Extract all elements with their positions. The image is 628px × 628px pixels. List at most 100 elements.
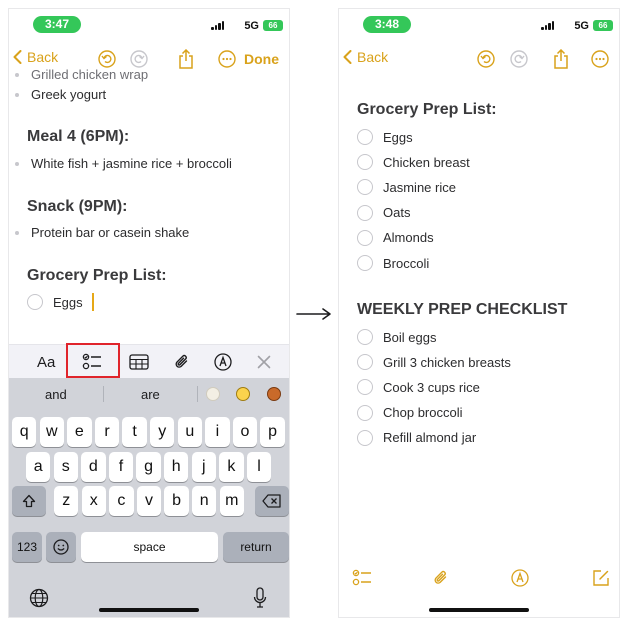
key-w[interactable]: w (39, 417, 64, 447)
key-z[interactable]: z (54, 486, 79, 516)
paperclip-icon[interactable] (174, 352, 190, 372)
globe-icon[interactable] (29, 588, 49, 613)
section-heading: Meal 4 (6PM): (27, 128, 130, 145)
checkbox[interactable] (357, 129, 373, 145)
redo-icon[interactable] (509, 49, 529, 69)
checklist-item[interactable]: Almonds (357, 229, 434, 246)
close-icon[interactable] (257, 352, 271, 372)
key-a[interactable]: a (26, 452, 51, 482)
suggestion-item[interactable]: and (45, 387, 67, 402)
suggestion-item[interactable]: are (141, 387, 160, 402)
signal-icon (211, 21, 225, 30)
space-key[interactable]: space (81, 532, 218, 562)
done-button[interactable]: Done (244, 51, 279, 67)
checklist-item[interactable]: Refill almond jar (357, 429, 476, 446)
key-d[interactable]: d (81, 452, 106, 482)
checkbox[interactable] (357, 154, 373, 171)
checkbox[interactable] (357, 179, 373, 196)
key-h[interactable]: h (164, 452, 189, 482)
text-format-button[interactable]: Aa (37, 352, 55, 372)
key-s[interactable]: s (53, 452, 78, 482)
back-label: Back (27, 49, 59, 65)
key-p[interactable]: p (260, 417, 285, 447)
checklist-item[interactable]: Boil eggs (357, 329, 436, 345)
key-r[interactable]: r (94, 417, 120, 447)
more-icon[interactable] (217, 49, 237, 69)
more-icon[interactable] (590, 49, 610, 69)
text-cursor (91, 293, 94, 311)
checklist-item[interactable]: Chop broccoli (357, 404, 463, 421)
checkbox[interactable] (357, 429, 373, 446)
checklist-label: Chicken breast (383, 154, 470, 170)
paperclip-icon[interactable] (433, 569, 449, 592)
checkbox[interactable] (357, 404, 373, 421)
shift-icon (22, 494, 36, 508)
undo-icon[interactable] (476, 49, 496, 69)
checklist-label: Boil eggs (383, 329, 437, 345)
checklist-item[interactable]: Broccoli (357, 255, 429, 271)
key-y[interactable]: y (150, 417, 175, 447)
emoji-key[interactable] (46, 532, 76, 562)
checkbox[interactable] (357, 229, 373, 246)
checkbox[interactable] (357, 354, 373, 371)
status-bar: 3:47 5G 66 (9, 9, 289, 39)
key-x[interactable]: x (81, 486, 106, 516)
checkbox[interactable] (357, 255, 373, 271)
key-n[interactable]: n (192, 486, 217, 516)
key-i[interactable]: i (205, 417, 230, 447)
back-button[interactable]: Back (343, 49, 388, 65)
checklist-item[interactable]: Eggs (357, 129, 413, 145)
egg-pan-emoji-icon[interactable] (267, 387, 281, 401)
checklist-label: Eggs (383, 129, 413, 145)
magnifier-emoji-icon[interactable] (236, 387, 250, 401)
back-button[interactable]: Back (13, 49, 58, 65)
key-b[interactable]: b (164, 486, 189, 516)
compose-icon[interactable] (592, 569, 610, 592)
markup-icon[interactable] (214, 352, 232, 372)
key-c[interactable]: c (109, 486, 134, 516)
checklist-icon[interactable] (352, 569, 372, 592)
shift-key[interactable] (12, 486, 46, 516)
checklist-item[interactable]: Oats (357, 204, 411, 221)
key-t[interactable]: t (122, 417, 147, 447)
checkbox[interactable] (27, 294, 43, 310)
section-heading: Snack (9PM): (27, 198, 128, 215)
numbers-key[interactable]: 123 (12, 532, 42, 562)
checklist-item[interactable]: Grill 3 chicken breasts (357, 354, 511, 371)
checklist-label: Chop broccoli (383, 405, 463, 421)
checklist-item[interactable]: Chicken breast (357, 154, 470, 171)
key-e[interactable]: e (67, 417, 92, 447)
checklist-label: Oats (383, 205, 411, 221)
list-item: Grilled chicken wrap (14, 67, 149, 82)
delete-key[interactable] (255, 486, 289, 516)
checkbox[interactable] (357, 329, 373, 345)
undo-icon[interactable] (97, 49, 117, 69)
status-bar: 3:48 5G 66 (339, 9, 619, 39)
section-heading: Grocery Prep List: (27, 267, 167, 284)
checkbox[interactable] (357, 204, 373, 221)
format-toolbar: Aa (9, 343, 289, 378)
checklist-item[interactable]: Eggs (27, 293, 94, 311)
key-f[interactable]: f (108, 452, 134, 482)
egg-emoji-icon[interactable] (206, 387, 220, 401)
return-key[interactable]: return (223, 532, 289, 562)
key-g[interactable]: g (136, 452, 161, 482)
markup-icon[interactable] (511, 569, 529, 592)
key-j[interactable]: j (191, 452, 216, 482)
key-o[interactable]: o (232, 417, 258, 447)
share-icon[interactable] (176, 49, 196, 69)
checklist-item[interactable]: Jasmine rice (357, 179, 456, 196)
phone-screen-before: 3:47 5G 66 Back Done Grilled chicken wra… (8, 8, 290, 618)
redo-icon[interactable] (129, 49, 149, 69)
key-k[interactable]: k (219, 452, 244, 482)
share-icon[interactable] (551, 49, 571, 69)
checkbox[interactable] (357, 379, 373, 396)
checklist-item[interactable]: Cook 3 cups rice (357, 379, 480, 396)
mic-icon[interactable] (253, 587, 267, 614)
key-m[interactable]: m (219, 486, 244, 516)
key-l[interactable]: l (246, 452, 272, 482)
table-icon[interactable] (129, 352, 149, 372)
key-q[interactable]: q (12, 417, 37, 447)
key-u[interactable]: u (177, 417, 202, 447)
key-v[interactable]: v (136, 486, 162, 516)
